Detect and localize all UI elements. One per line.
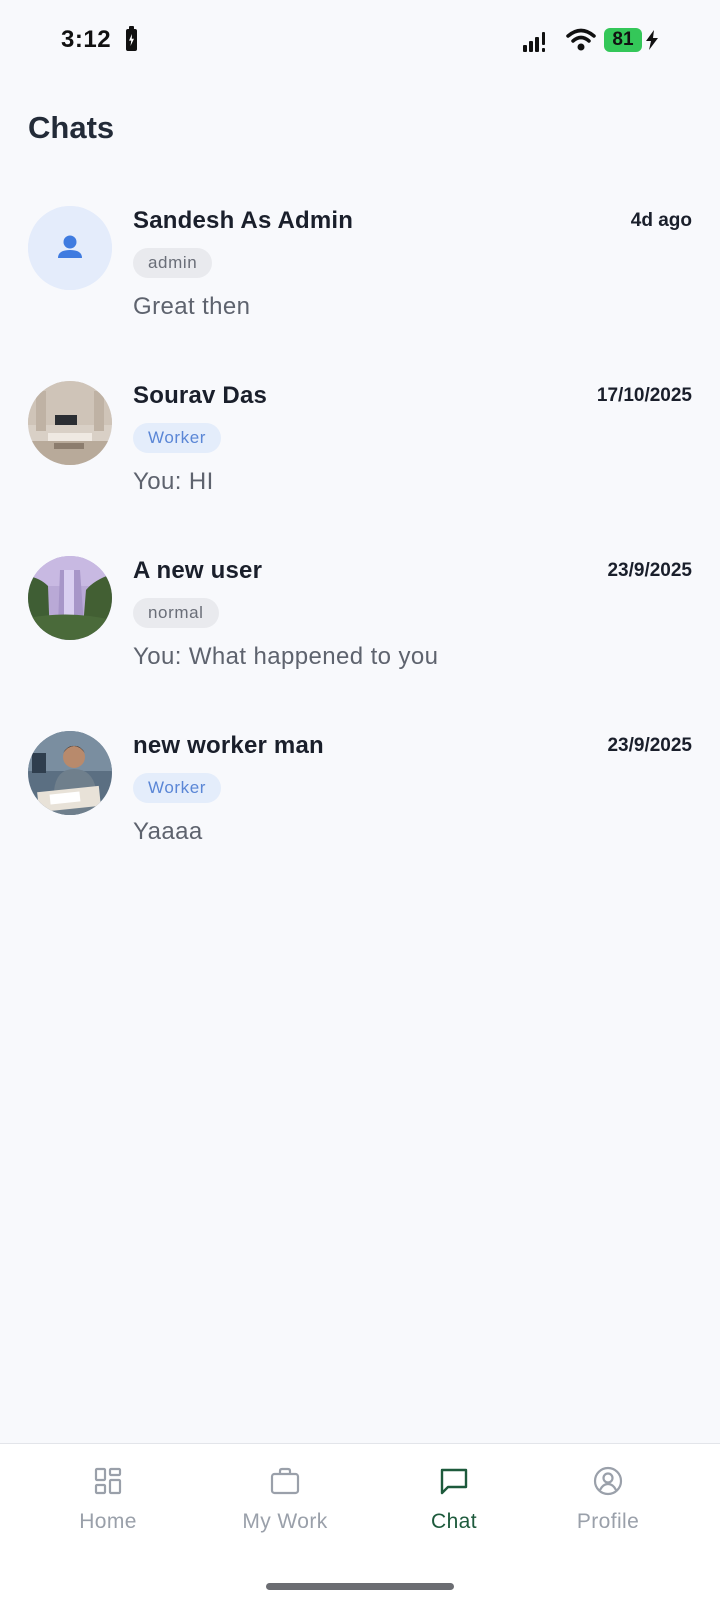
home-indicator[interactable] [266, 1583, 454, 1590]
message-preview: Yaaaa [133, 818, 203, 845]
signal-icon [523, 32, 545, 52]
nav-label-chat: Chat [431, 1510, 477, 1533]
wifi-icon [566, 28, 596, 51]
user-circle-icon [593, 1466, 623, 1496]
nav-item-my-work[interactable]: My Work [195, 1444, 375, 1554]
nav-label-my-work: My Work [242, 1510, 328, 1533]
person-icon [28, 206, 112, 290]
grid-icon [94, 1467, 122, 1495]
nav-label-home: Home [79, 1510, 137, 1533]
avatar [28, 381, 112, 465]
chat-timestamp: 23/9/2025 [607, 560, 692, 581]
chat-list-item[interactable]: Sourav Das 17/10/2025 Worker You: HI [0, 365, 720, 540]
status-bar: 3:12 81 [0, 0, 720, 84]
waterfall-photo [28, 556, 112, 640]
nav-item-chat[interactable]: Chat [364, 1444, 544, 1554]
bottom-navigation: Home My Work Chat Profile [0, 1443, 720, 1600]
status-time: 3:12 [61, 26, 112, 53]
avatar [28, 556, 112, 640]
message-preview: Great then [133, 293, 251, 320]
avatar [28, 731, 112, 815]
man-photo [28, 731, 112, 815]
chat-bubble-icon [440, 1468, 468, 1495]
chat-name: Sandesh As Admin [133, 207, 354, 234]
chat-name: Sourav Das [133, 382, 268, 409]
page-title: Chats [28, 110, 115, 145]
charging-bolt-icon [646, 30, 658, 50]
chat-list: Sandesh As Admin 4d ago admin Great then… [0, 190, 720, 890]
chat-timestamp: 17/10/2025 [596, 385, 692, 406]
chat-list-item[interactable]: Sandesh As Admin 4d ago admin Great then [0, 190, 720, 365]
nav-item-profile[interactable]: Profile [518, 1444, 698, 1554]
chats-screen: 3:12 81 Chats Sandesh As Admin 4d ago ad… [0, 0, 720, 1600]
role-badge: Worker [133, 773, 222, 803]
role-badge: normal [133, 598, 219, 628]
avatar [28, 206, 112, 290]
chat-list-item[interactable]: A new user 23/9/2025 normal You: What ha… [0, 540, 720, 715]
chat-timestamp: 23/9/2025 [607, 735, 692, 756]
message-preview: You: What happened to you [133, 643, 439, 670]
nav-label-profile: Profile [576, 1510, 640, 1533]
chat-list-item[interactable]: new worker man 23/9/2025 Worker Yaaaa [0, 715, 720, 890]
room-photo [28, 381, 112, 465]
nav-item-home[interactable]: Home [18, 1444, 198, 1554]
battery-level: 81 [612, 29, 634, 50]
role-badge: admin [133, 248, 213, 278]
role-badge: Worker [133, 423, 222, 453]
battery-saver-icon [126, 26, 137, 51]
chat-name: A new user [133, 557, 263, 584]
chat-name: new worker man [133, 732, 324, 759]
briefcase-icon [270, 1467, 300, 1495]
message-preview: You: HI [133, 468, 214, 495]
battery-indicator: 81 [604, 28, 642, 52]
chat-timestamp: 4d ago [630, 210, 692, 231]
